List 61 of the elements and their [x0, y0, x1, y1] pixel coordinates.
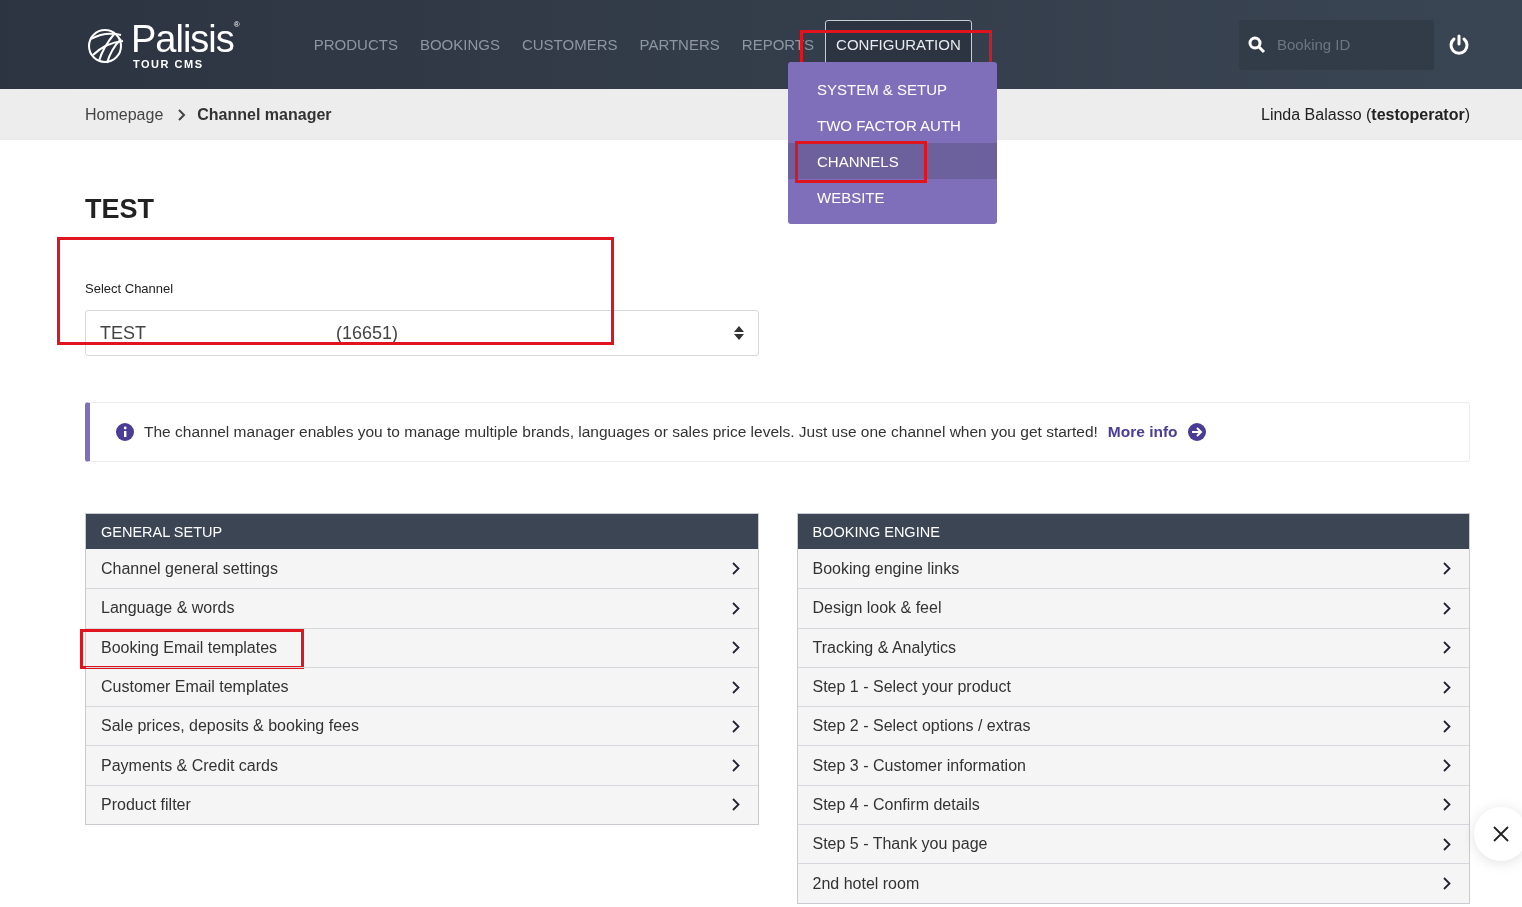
chevron-icon	[731, 719, 740, 733]
sort-arrows-icon	[734, 326, 744, 340]
nav-tab[interactable]: BOOKINGS	[408, 19, 511, 70]
breadcrumb-item[interactable]: Homepage	[85, 105, 164, 124]
chevron-icon	[1443, 798, 1451, 812]
settings-link[interactable]: Payments & Credit cards	[86, 745, 758, 785]
field-label: Select Channel	[85, 281, 175, 296]
chevron-icon	[1443, 601, 1451, 615]
settings-link[interactable]: Step 5 - Thank you page	[797, 824, 1469, 864]
settings-link[interactable]: Booking Email templates	[86, 627, 758, 667]
settings-link[interactable]: Step 2 - Select options / extras	[797, 706, 1469, 746]
page-title: TEST	[85, 194, 154, 224]
settings-link[interactable]: Customer Email templates	[86, 666, 758, 707]
chevron-icon	[1443, 877, 1451, 890]
settings-link[interactable]: Product filter	[86, 784, 758, 825]
chevron-icon	[177, 108, 188, 121]
settings-link[interactable]: Step 1 - Select your product	[797, 666, 1469, 707]
close-icon	[1493, 826, 1509, 842]
settings-link[interactable]: Channel general settings	[86, 549, 758, 589]
more-info-link[interactable]: More info	[1107, 423, 1178, 441]
chevron-icon	[1443, 759, 1451, 773]
chevron-icon	[731, 680, 740, 694]
breadcrumb-item: Channel manager	[197, 105, 332, 124]
chevron-icon	[731, 601, 740, 615]
chevron-icon	[731, 562, 740, 576]
user-name: Linda Balasso (testoperator)	[1261, 105, 1470, 124]
chevron-icon	[1443, 719, 1451, 733]
settings-link[interactable]: Language & words	[86, 588, 758, 628]
settings-link[interactable]: 2nd hotel room	[797, 863, 1469, 903]
settings-link[interactable]: Step 3 - Customer information	[797, 745, 1469, 785]
channel-select[interactable]: TEST (16651)	[85, 310, 759, 356]
chevron-icon	[731, 798, 740, 812]
nav-tab[interactable]: PRODUCTS	[302, 19, 409, 70]
info-icon	[116, 423, 134, 441]
settings-link[interactable]: Sale prices, deposits & booking fees	[86, 706, 758, 746]
power-icon[interactable]	[1448, 33, 1470, 56]
menu-item[interactable]: SYSTEM & SETUP	[788, 71, 997, 107]
chevron-icon	[731, 641, 740, 655]
chevron-icon	[1443, 837, 1451, 851]
settings-link[interactable]: Booking engine links	[797, 549, 1469, 589]
registered-mark: ®	[233, 19, 239, 29]
chevron-icon	[1443, 680, 1451, 694]
nav-tab[interactable]: CUSTOMERS	[510, 19, 629, 70]
panel-header: GENERAL SETUP	[86, 514, 758, 549]
menu-item[interactable]: WEBSITE	[788, 179, 997, 215]
brand-name: Palisis	[131, 19, 234, 58]
search-field[interactable]: Booking ID	[1239, 19, 1434, 70]
settings-link[interactable]: Step 4 - Confirm details	[797, 784, 1469, 825]
chevron-icon	[731, 759, 740, 773]
panel-header: BOOKING ENGINE	[797, 514, 1469, 549]
chevron-icon	[1443, 641, 1451, 655]
settings-link[interactable]: Tracking & Analytics	[797, 627, 1469, 667]
info-text: The channel manager enables you to manage multiple brands, languages or sales price levels. Just use one channel when you get started!	[144, 423, 1098, 441]
chevron-icon	[1443, 562, 1451, 576]
close-button[interactable]	[1474, 807, 1522, 861]
menu-item[interactable]: CHANNELS	[788, 143, 997, 179]
brand-subtitle: TOUR CMS	[133, 57, 205, 70]
nav-tab[interactable]: PARTNERS	[628, 19, 731, 70]
menu-item[interactable]: TWO FACTOR AUTH	[788, 107, 997, 143]
arrow-circle-icon[interactable]	[1187, 423, 1206, 441]
settings-link[interactable]: Design look & feel	[797, 588, 1469, 628]
